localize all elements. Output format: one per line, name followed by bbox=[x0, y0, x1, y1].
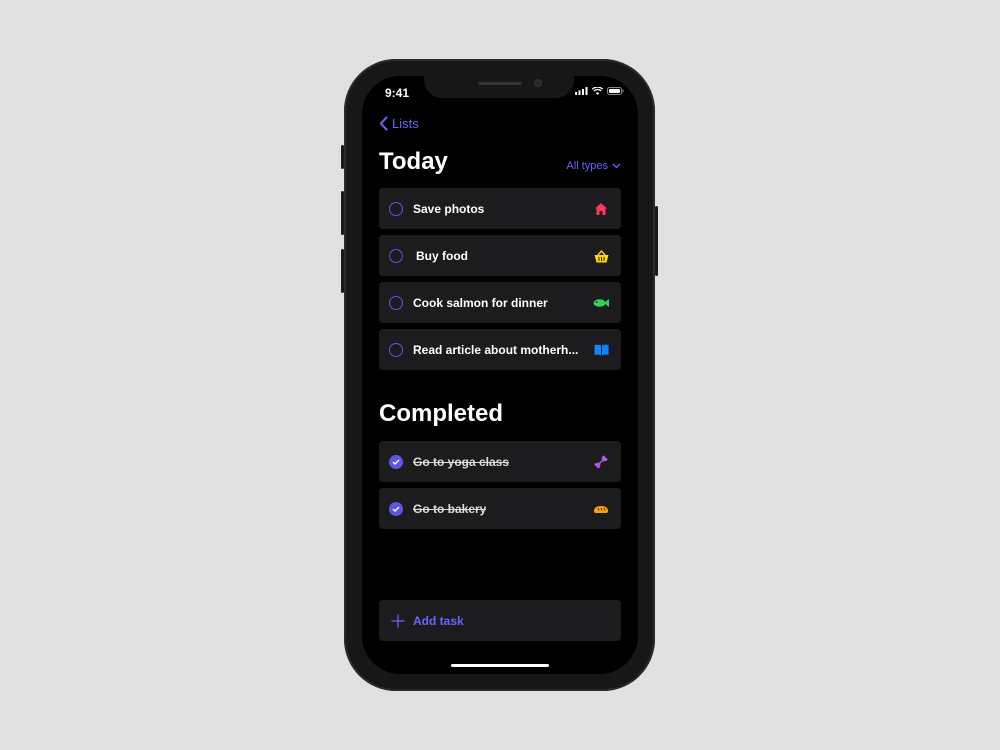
add-task-button[interactable]: Add task bbox=[379, 600, 621, 641]
back-label: Lists bbox=[392, 116, 419, 131]
power-button bbox=[655, 206, 658, 276]
completed-task-item[interactable]: Go to bakery bbox=[379, 488, 621, 529]
bread-icon bbox=[593, 501, 609, 517]
phone-screen: 9:41 Lists Today All types Save photos B… bbox=[362, 76, 638, 674]
basket-icon bbox=[593, 248, 609, 264]
task-label: Go to yoga class bbox=[413, 454, 510, 469]
dumbbell-icon bbox=[593, 454, 609, 470]
task-item[interactable]: Cook salmon for dinner bbox=[379, 282, 621, 323]
volume-up-button bbox=[341, 191, 344, 235]
back-button[interactable]: Lists bbox=[379, 116, 419, 131]
task-checkbox[interactable] bbox=[389, 342, 403, 357]
task-checkbox-checked[interactable] bbox=[389, 454, 403, 469]
status-icons bbox=[575, 87, 624, 95]
add-task-label: Add task bbox=[413, 613, 464, 628]
front-camera bbox=[534, 79, 542, 87]
checkmark-icon bbox=[392, 506, 400, 512]
task-checkbox[interactable] bbox=[389, 248, 403, 263]
notch bbox=[424, 76, 574, 98]
battery-icon bbox=[607, 87, 624, 95]
filter-label: All types bbox=[566, 160, 608, 172]
wifi-icon bbox=[592, 87, 603, 95]
chevron-down-icon bbox=[612, 163, 621, 169]
fish-icon bbox=[593, 295, 609, 311]
task-checkbox[interactable] bbox=[389, 201, 403, 216]
task-checkbox[interactable] bbox=[389, 295, 403, 310]
signal-icon bbox=[575, 87, 588, 95]
speaker bbox=[478, 82, 522, 85]
chevron-left-icon bbox=[379, 116, 388, 131]
today-title: Today bbox=[379, 148, 448, 175]
plus-icon bbox=[391, 613, 405, 628]
task-label: Go to bakery bbox=[413, 501, 487, 516]
completed-task-item[interactable]: Go to yoga class bbox=[379, 441, 621, 482]
task-label: Save photos bbox=[413, 201, 485, 216]
status-time: 9:41 bbox=[385, 86, 410, 100]
book-icon bbox=[593, 342, 609, 358]
home-icon bbox=[593, 201, 609, 217]
volume-down-button bbox=[341, 249, 344, 293]
checkmark-icon bbox=[392, 459, 400, 465]
task-checkbox-checked[interactable] bbox=[389, 501, 403, 516]
task-item[interactable]: Buy food bbox=[379, 235, 621, 276]
task-label: Read article about motherh... bbox=[413, 342, 579, 357]
home-indicator[interactable] bbox=[451, 664, 549, 667]
task-item[interactable]: Save photos bbox=[379, 188, 621, 229]
type-filter-dropdown[interactable]: All types bbox=[566, 160, 621, 172]
task-label: Buy food bbox=[416, 248, 468, 263]
mute-switch bbox=[341, 145, 344, 169]
task-item[interactable]: Read article about motherh... bbox=[379, 329, 621, 370]
completed-title: Completed bbox=[379, 400, 504, 427]
task-label: Cook salmon for dinner bbox=[413, 295, 548, 310]
